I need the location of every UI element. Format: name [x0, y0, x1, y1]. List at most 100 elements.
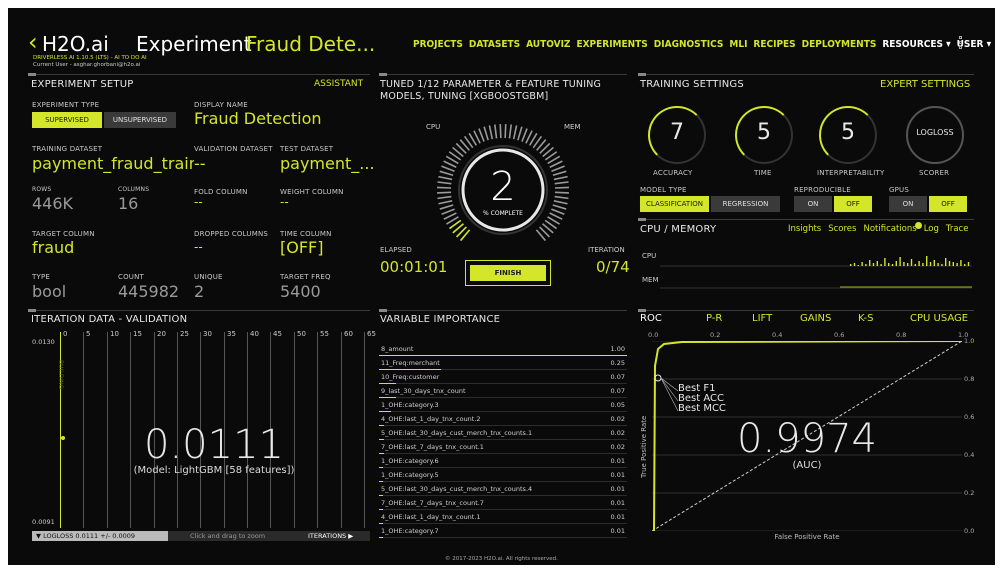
- insights-link[interactable]: Insights: [788, 224, 821, 234]
- notifications-link[interactable]: Notifications: [863, 224, 916, 234]
- expert-settings-link[interactable]: EXPERT SETTINGS: [880, 79, 970, 90]
- accuracy-knob[interactable]: 7: [648, 106, 706, 164]
- best-mcc-label: Best MCC: [678, 403, 726, 414]
- nav-mli[interactable]: MLI: [729, 39, 747, 50]
- iterations-button[interactable]: ITERATIONS ▶: [308, 532, 353, 540]
- more-menu-icon[interactable]: [959, 36, 963, 56]
- assistant-link[interactable]: ASSISTANT: [314, 79, 363, 89]
- logloss-dropdown[interactable]: ▼ LOGLOSS 0.0111 +/- 0.0009: [32, 531, 168, 541]
- gauge-tick: [499, 124, 502, 139]
- scorer-knob[interactable]: LOGLOSS: [906, 106, 964, 164]
- current-user: Current User - asghar.ghorbani@h2o.ai: [33, 62, 141, 68]
- weight-column-value[interactable]: --: [280, 195, 289, 209]
- nav-experiments[interactable]: EXPERIMENTS: [576, 39, 647, 50]
- nav-resources[interactable]: RESOURCES ▾: [882, 39, 950, 50]
- table-row[interactable]: 7_OHE:last_7_days_tnx_count.7 0.01: [379, 496, 627, 510]
- cpu-spark-bar: [853, 263, 856, 266]
- table-row[interactable]: 7_OHE:last_7_days_tnx_count.1 0.02: [379, 440, 627, 454]
- cpu-spark-bar: [929, 262, 932, 266]
- variable-name: 10_Freq:customer: [381, 373, 440, 381]
- nav-recipes[interactable]: RECIPES: [753, 39, 795, 50]
- scores-link[interactable]: Scores: [828, 224, 856, 234]
- tab-ks[interactable]: K-S: [858, 313, 873, 324]
- table-row[interactable]: 1_OHE:category.6 0.01: [379, 454, 627, 468]
- nav-diagnostics[interactable]: DIAGNOSTICS: [654, 39, 724, 50]
- cpu-spark-bar: [918, 261, 920, 266]
- display-name-field[interactable]: Fraud Detection: [194, 109, 322, 128]
- tab-lift[interactable]: LIFT: [752, 313, 772, 324]
- iteration-value: 0/74: [596, 258, 630, 276]
- cpu-spark-bar: [865, 264, 867, 266]
- back-arrow-icon[interactable]: ‹: [28, 30, 38, 54]
- footer-copyright: © 2017-2023 H2O.ai. All rights reserved.: [445, 556, 558, 562]
- reproducible-on-button[interactable]: ON: [794, 196, 832, 212]
- scorer-label: SCORER: [919, 169, 950, 177]
- supervised-button[interactable]: SUPERVISED: [32, 112, 102, 128]
- gpus-on-button[interactable]: ON: [889, 196, 927, 212]
- cpu-spark-bar: [895, 261, 897, 266]
- table-row[interactable]: 1_OHE:category.7 0.01: [379, 524, 627, 538]
- test-dataset-value[interactable]: payment_...: [280, 154, 375, 173]
- importance-bar: [379, 537, 383, 538]
- iteration-x-tick: 45: [273, 330, 282, 338]
- gauge-tick: [478, 128, 485, 142]
- divider-tick: [638, 309, 646, 312]
- table-row[interactable]: 4_OHE:last_1_day_tnx_count.2 0.02: [379, 412, 627, 426]
- cpu-spark-bar: [937, 263, 939, 266]
- iteration-x-tick: 65: [367, 330, 376, 338]
- nav-deployments[interactable]: DEPLOYMENTS: [802, 39, 877, 50]
- nav-datasets[interactable]: DATASETS: [469, 39, 520, 50]
- variable-importance-value: 0.02: [610, 429, 625, 437]
- table-row[interactable]: 4_OHE:last_1_day_tnx_count.1 0.01: [379, 510, 627, 524]
- time-knob[interactable]: 5: [735, 106, 793, 164]
- cpu-spark-bar: [903, 262, 905, 266]
- training-dataset-value[interactable]: payment_fraud_train.cs: [32, 154, 194, 173]
- roc-x-tick: 0.0: [648, 331, 659, 339]
- table-row[interactable]: 11_Freq:merchant 0.25: [379, 356, 627, 370]
- fold-column-value[interactable]: --: [194, 195, 203, 209]
- unsupervised-button[interactable]: UNSUPERVISED: [104, 112, 176, 128]
- gauge-tick: [508, 124, 512, 139]
- interpretability-knob[interactable]: 5: [819, 106, 877, 164]
- dropped-columns-value[interactable]: --: [194, 240, 203, 254]
- cpu-spark-bar: [960, 260, 962, 266]
- log-link[interactable]: Log: [924, 224, 939, 234]
- table-row[interactable]: 10_Freq:customer 0.07: [379, 370, 627, 384]
- table-row[interactable]: 5_OHE:last_30_days_cust_merch_tnx_counts…: [379, 426, 627, 440]
- table-row[interactable]: 1_OHE:category.3 0.05: [379, 398, 627, 412]
- iteration-x-tick: 20: [157, 330, 166, 338]
- variable-importance-value: 0.07: [610, 373, 625, 381]
- table-row[interactable]: 8_amount 1.00: [379, 342, 627, 356]
- gpus-off-button[interactable]: OFF: [929, 196, 967, 212]
- table-row[interactable]: 9_last_30_days_tnx_count 0.07: [379, 384, 627, 398]
- reproducible-off-button[interactable]: OFF: [834, 196, 872, 212]
- classification-button[interactable]: CLASSIFICATION: [640, 196, 709, 212]
- nav-projects[interactable]: PROJECTS: [413, 39, 463, 50]
- tab-pr[interactable]: P-R: [706, 313, 722, 324]
- roc-x-tick: 0.4: [772, 331, 783, 339]
- gauge-tick: [512, 125, 518, 140]
- nav-autoviz[interactable]: AUTOVIZ: [526, 39, 570, 50]
- time-column-value[interactable]: [OFF]: [280, 238, 323, 257]
- iteration-x-tick: 30: [203, 330, 212, 338]
- count-label: COUNT: [118, 273, 145, 281]
- brand-logo[interactable]: H2O.ai: [42, 32, 109, 56]
- unique-label: UNIQUE: [194, 273, 223, 281]
- tab-roc[interactable]: ROC: [640, 313, 662, 324]
- table-row[interactable]: 5_OHE:last_30_days_cust_merch_tnx_counts…: [379, 482, 627, 496]
- tab-gains[interactable]: GAINS: [800, 313, 831, 324]
- table-row[interactable]: 1_OHE:category.5 0.01: [379, 468, 627, 482]
- trace-link[interactable]: Trace: [946, 224, 969, 234]
- tab-cpu-usage[interactable]: CPU USAGE: [910, 313, 968, 324]
- finish-button[interactable]: FINISH: [470, 265, 546, 281]
- cpu-spark-bar: [910, 259, 913, 266]
- variable-importance-value: 0.25: [610, 359, 625, 367]
- variable-name: 5_OHE:last_30_days_cust_merch_tnx_counts…: [381, 429, 533, 437]
- cpu-spark-bar: [907, 263, 909, 266]
- validation-dataset-value[interactable]: --: [194, 154, 206, 173]
- target-column-value[interactable]: fraud: [32, 238, 74, 257]
- regression-button[interactable]: REGRESSION: [711, 196, 780, 212]
- target-freq-value: 5400: [280, 282, 321, 301]
- divider: [28, 310, 370, 311]
- variable-name: 1_OHE:category.5: [381, 471, 439, 479]
